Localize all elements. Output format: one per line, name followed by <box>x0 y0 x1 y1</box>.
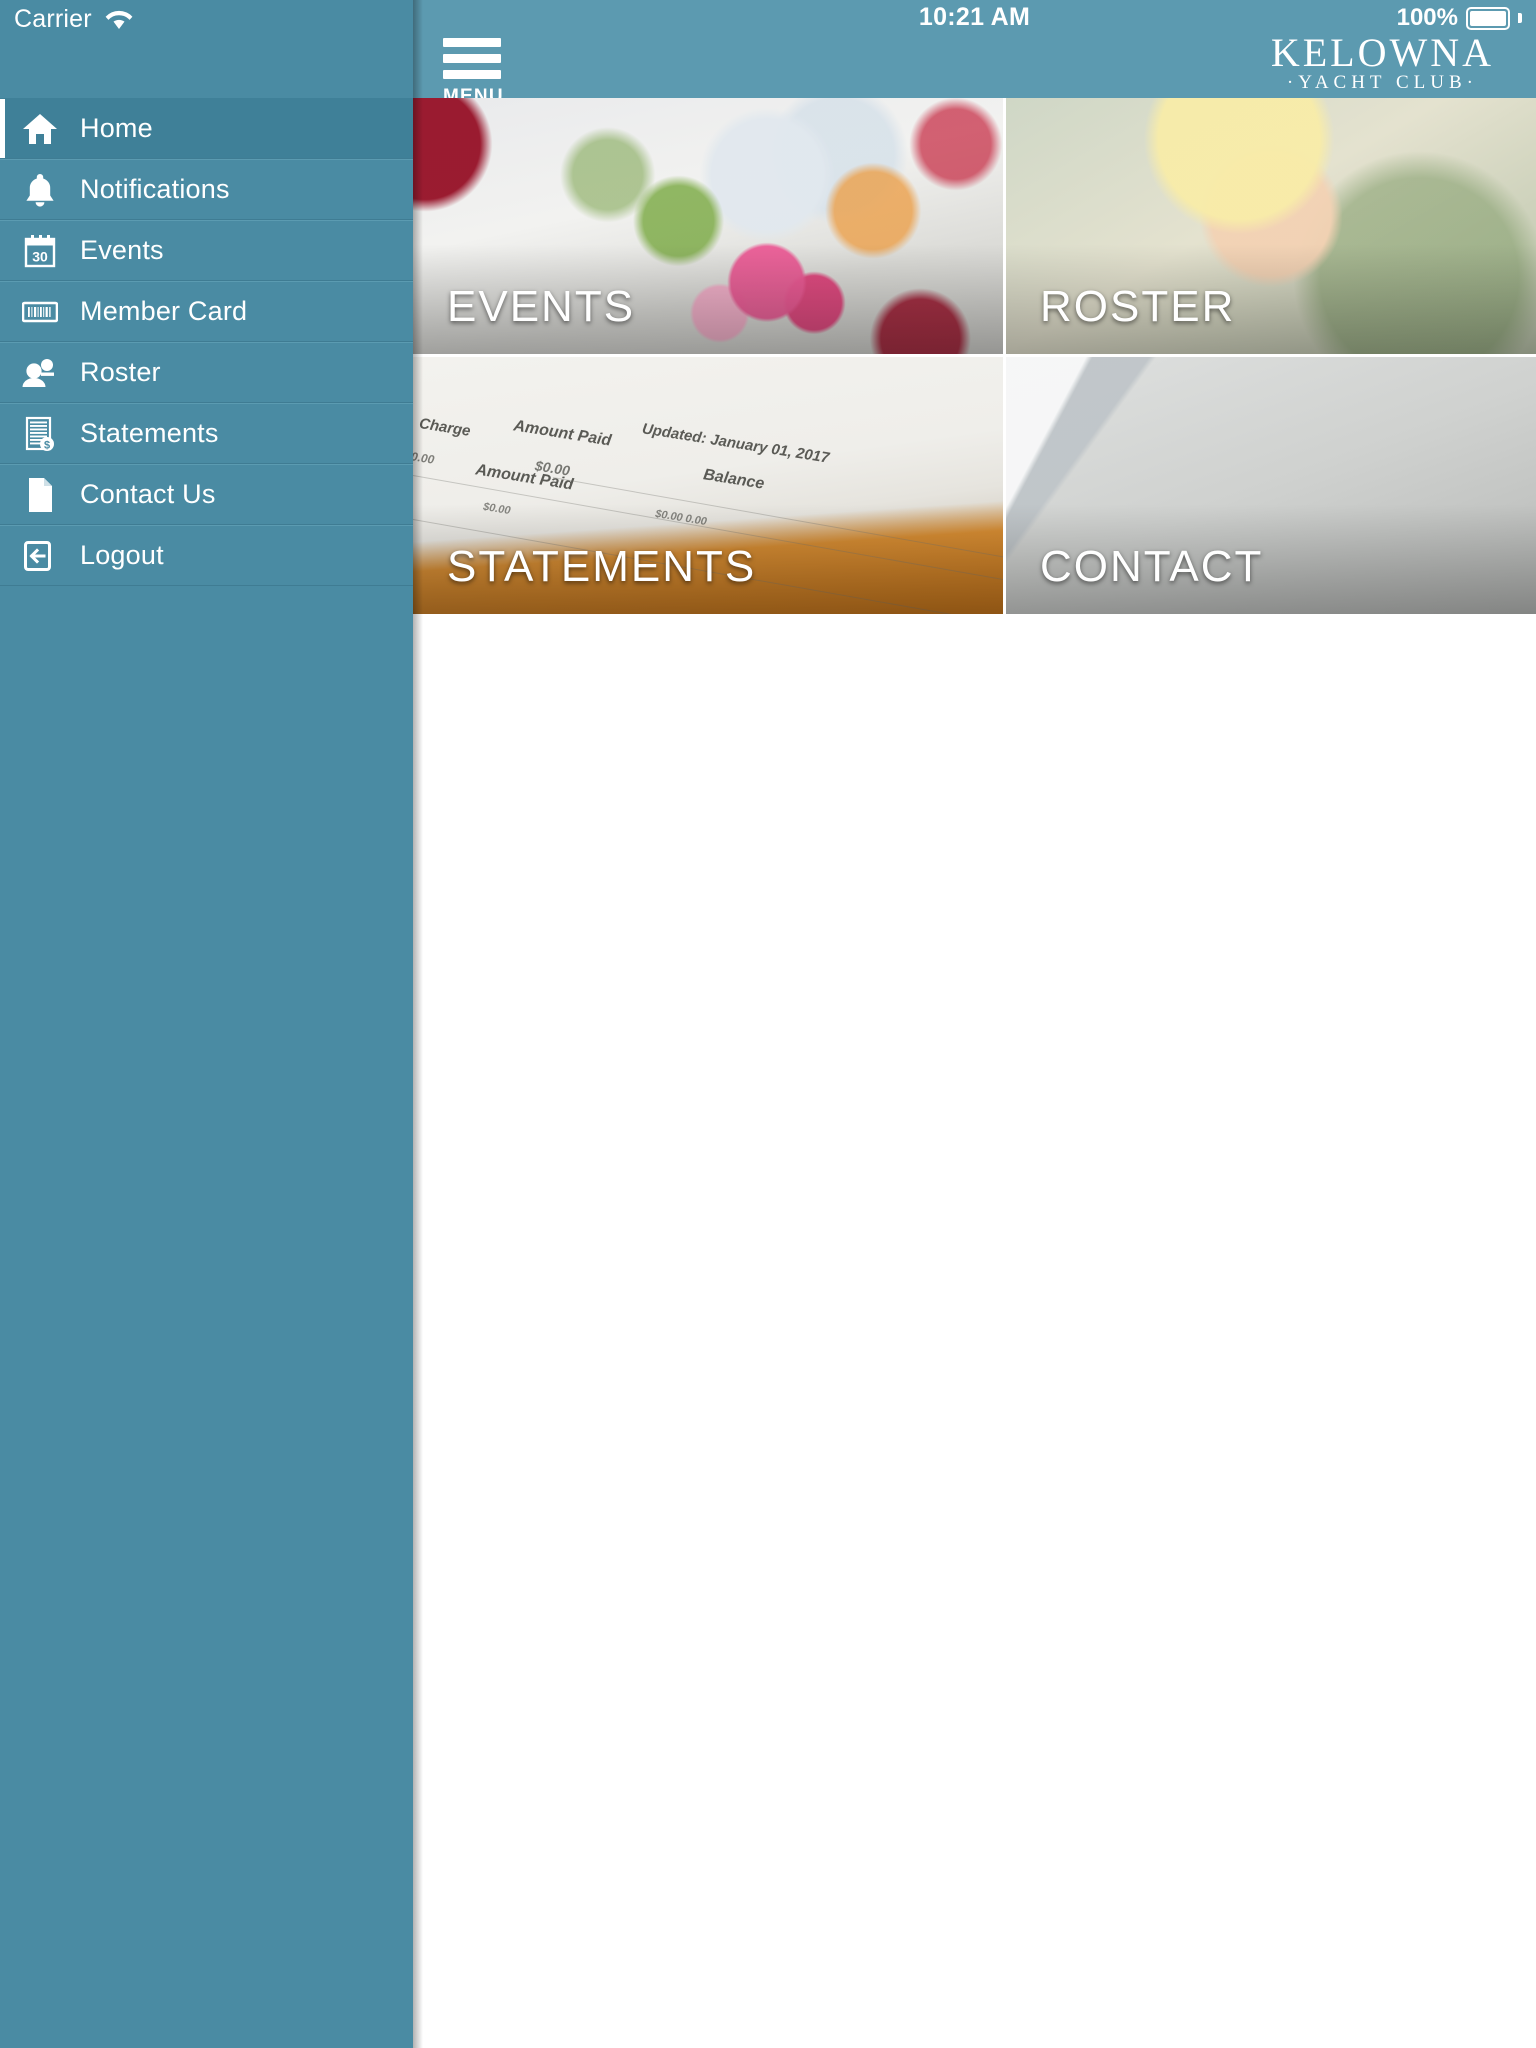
paper-text-charge-amount: 0.00 <box>413 449 436 467</box>
sidebar-item-contact-us-label: Contact Us <box>80 479 216 509</box>
sidebar-item-logout-label: Logout <box>80 540 164 570</box>
brand-name: KELOWNA <box>1270 30 1494 75</box>
carrier-label: Carrier <box>14 5 92 33</box>
sidebar-item-notifications-label: Notifications <box>80 174 230 204</box>
sidebar-menu: Home Notifications 30 Events Member Card… <box>0 98 413 586</box>
people-icon <box>12 358 68 388</box>
sidebar-drawer: Carrier Home Notifications 30 Events Mem… <box>0 0 413 2048</box>
paper-text-charge: Charge <box>417 415 472 440</box>
status-clock: 10:21 AM <box>918 3 1031 31</box>
app-root: 10:21 AM 100% MENU KELOWNA ·YACHT CLUB· <box>0 0 1536 2048</box>
content-area <box>413 614 1536 2048</box>
paper-text-amount-paid-1: Amount Paid <box>512 417 613 450</box>
tile-roster-label: ROSTER <box>1040 282 1236 331</box>
sidebar-item-member-card[interactable]: Member Card <box>0 281 413 342</box>
svg-text:$: $ <box>44 439 50 451</box>
bell-icon <box>12 173 68 207</box>
page-icon <box>12 477 68 513</box>
paper-text-balance: Balance <box>702 466 766 493</box>
battery-percent-label: 100% <box>1396 4 1458 31</box>
sidebar-item-roster-label: Roster <box>80 357 161 387</box>
sidebar-item-events-label: Events <box>80 235 164 265</box>
sidebar-item-notifications[interactable]: Notifications <box>0 159 413 220</box>
hamburger-icon <box>443 38 501 47</box>
sidebar-item-logout[interactable]: Logout <box>0 525 413 586</box>
sidebar-item-statements[interactable]: $ Statements <box>0 403 413 464</box>
sidebar-item-events[interactable]: 30 Events <box>0 220 413 281</box>
barcode-icon <box>12 299 68 325</box>
hamburger-icon-bar-3 <box>443 70 501 79</box>
battery-icon <box>1466 6 1510 30</box>
main-pane: 10:21 AM 100% MENU KELOWNA ·YACHT CLUB· <box>413 0 1536 2048</box>
tile-events-label: EVENTS <box>447 282 636 331</box>
tile-grid: EVENTS ROSTER Charge 0.00 Amount Paid $0… <box>413 98 1536 614</box>
wifi-icon <box>104 8 134 35</box>
sidebar-item-home-label: Home <box>80 113 153 143</box>
sidebar-item-contact-us[interactable]: Contact Us <box>0 464 413 525</box>
logout-icon <box>12 540 68 572</box>
tile-statements-label: STATEMENTS <box>447 542 757 591</box>
brand-subtitle: ·YACHT CLUB· <box>1286 72 1478 93</box>
battery-indicator: 100% <box>1397 4 1522 32</box>
calendar-30-icon: 30 <box>12 234 68 268</box>
top-bar: 10:21 AM 100% MENU KELOWNA ·YACHT CLUB· <box>413 0 1536 107</box>
tile-contact[interactable]: CONTACT <box>1006 357 1536 614</box>
sidebar-item-statements-label: Statements <box>80 418 219 448</box>
paper-text-updated: Updated: January 01, 2017 <box>640 420 831 467</box>
tile-statements[interactable]: Charge 0.00 Amount Paid $0.00 Amount Pai… <box>413 357 1003 614</box>
tile-events[interactable]: EVENTS <box>413 98 1003 354</box>
sidebar-item-home[interactable]: Home <box>0 98 413 159</box>
brand-logo: KELOWNA ·YACHT CLUB· <box>1271 32 1494 94</box>
sidebar-item-roster[interactable]: Roster <box>0 342 413 403</box>
status-bar-left: Carrier <box>0 0 413 98</box>
tile-roster[interactable]: ROSTER <box>1006 98 1536 354</box>
document-dollar-icon: $ <box>12 416 68 452</box>
svg-text:30: 30 <box>32 248 48 264</box>
sidebar-item-member-card-label: Member Card <box>80 296 248 326</box>
home-icon <box>12 112 68 146</box>
tile-contact-label: CONTACT <box>1040 542 1264 591</box>
battery-fill <box>1470 10 1506 26</box>
hamburger-icon-bar-2 <box>443 54 501 63</box>
battery-cap <box>1518 13 1522 23</box>
